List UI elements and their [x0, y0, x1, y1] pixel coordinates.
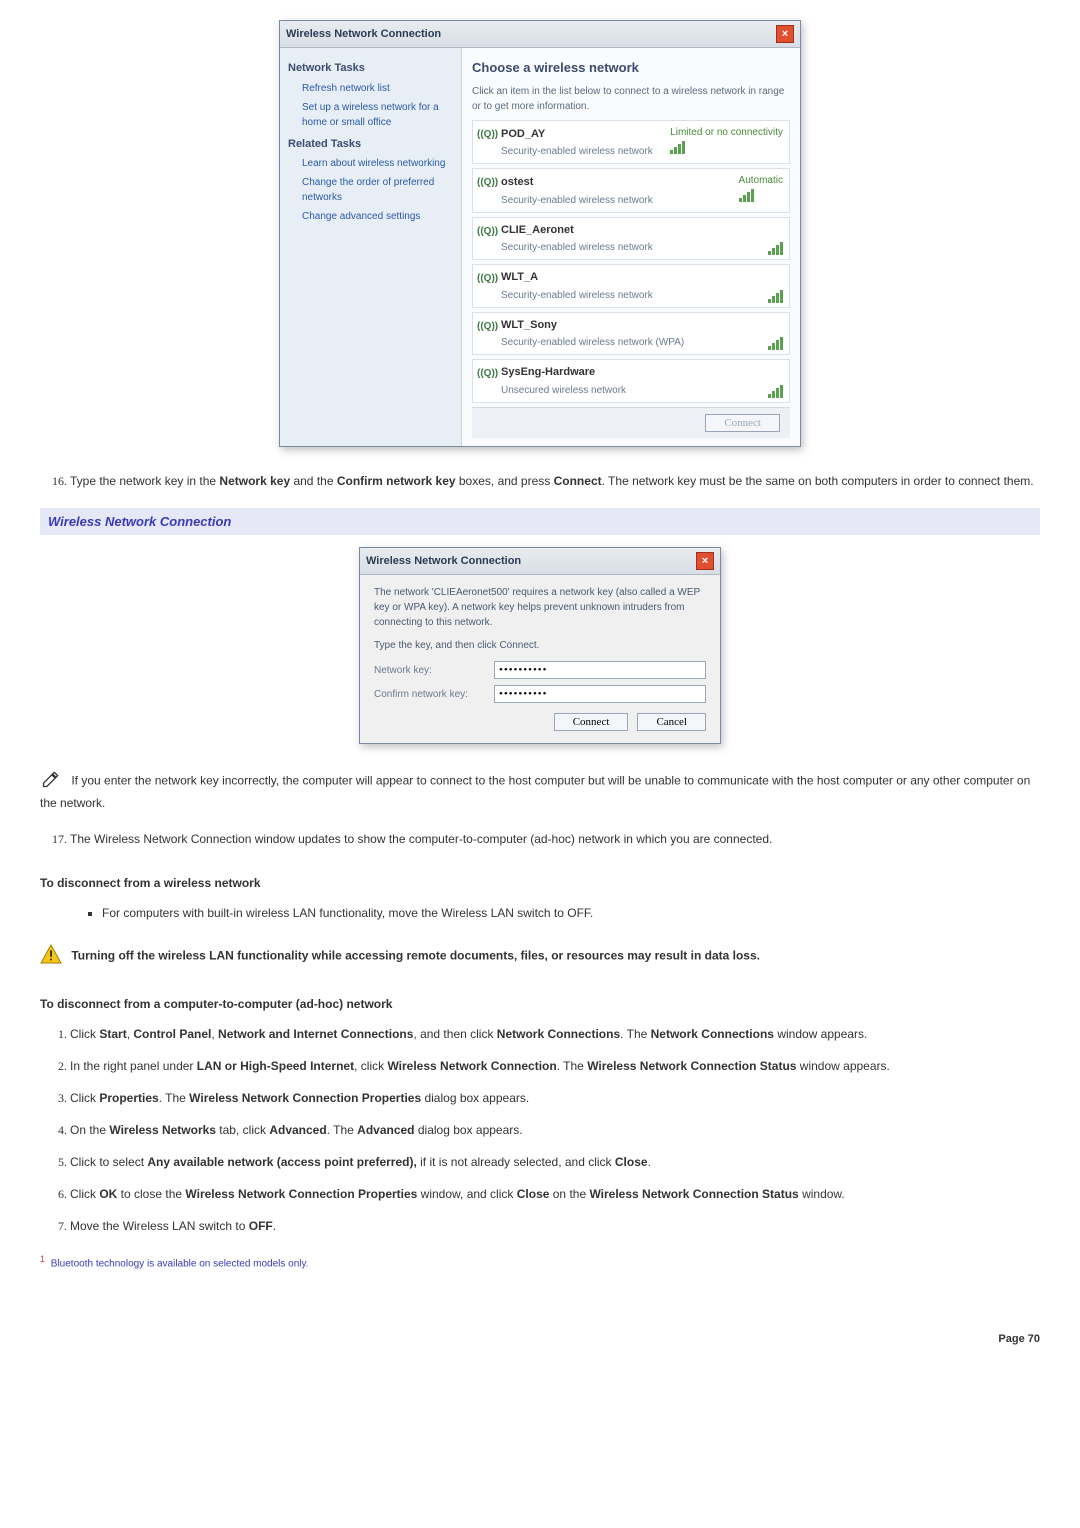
sidebar-group-related-tasks: Related Tasks: [288, 136, 453, 153]
choose-network-heading: Choose a wireless network: [472, 58, 790, 78]
dialog2-title: Wireless Network Connection: [366, 553, 521, 570]
network-item[interactable]: ostest Security-enabled wireless network…: [472, 168, 790, 213]
bullet-wireless-off: For computers with built-in wireless LAN…: [102, 904, 1040, 922]
adhoc-step-3: Click Properties. The Wireless Network C…: [70, 1089, 1040, 1107]
link-advanced-settings[interactable]: Change advanced settings: [302, 209, 453, 224]
screenshot-choose-network: Wireless Network Connection × Network Ta…: [40, 20, 1040, 447]
sidebar-group-network-tasks: Network Tasks: [288, 60, 453, 77]
page-number: Page 70: [40, 1331, 1040, 1348]
warning-text: Turning off the wireless LAN functionali…: [71, 949, 760, 963]
network-name: CLIE_Aeronet: [501, 222, 653, 239]
network-status: Limited or no connectivity: [670, 125, 783, 140]
footnote-marker: 1: [40, 1254, 45, 1264]
screenshot-network-key: Wireless Network Connection × The networ…: [40, 547, 1040, 744]
network-name: ostest: [501, 174, 653, 191]
network-name: SysEng-Hardware: [501, 364, 626, 381]
link-change-order[interactable]: Change the order of preferred networks: [302, 175, 453, 205]
dialog2-titlebar: Wireless Network Connection ×: [360, 548, 720, 575]
network-security: Security-enabled wireless network: [501, 288, 653, 303]
dialog-choose-network: Wireless Network Connection × Network Ta…: [279, 20, 801, 447]
bullet-list: For computers with built-in wireless LAN…: [62, 904, 1040, 922]
network-item[interactable]: POD_AY Security-enabled wireless network…: [472, 120, 790, 165]
network-security: Security-enabled wireless network: [501, 240, 653, 255]
dialog2-message-2: Type the key, and then click Connect.: [374, 638, 706, 653]
network-key-input[interactable]: [494, 661, 706, 679]
cancel-button[interactable]: Cancel: [637, 713, 706, 731]
network-name: POD_AY: [501, 126, 653, 143]
adhoc-step-6: Click OK to close the Wireless Network C…: [70, 1185, 1040, 1203]
connect-button[interactable]: Connect: [554, 713, 629, 731]
dialog1-title: Wireless Network Connection: [286, 26, 441, 43]
subhead-disconnect-adhoc: To disconnect from a computer-to-compute…: [40, 995, 1040, 1013]
network-status: Automatic: [739, 173, 783, 188]
signal-icon: [739, 188, 754, 202]
step-16: Type the network key in the Network key …: [70, 472, 1040, 490]
network-name: WLT_A: [501, 269, 653, 286]
confirm-key-label: Confirm network key:: [374, 687, 494, 702]
warning-block: Turning off the wireless LAN functionali…: [40, 944, 1040, 969]
dialog2-message-1: The network 'CLIEAeronet500' requires a …: [374, 585, 706, 630]
link-learn-wireless[interactable]: Learn about wireless networking: [302, 156, 453, 171]
signal-icon: [768, 336, 783, 350]
dialog1-titlebar: Wireless Network Connection ×: [280, 21, 800, 48]
footnote: 1 Bluetooth technology is available on s…: [40, 1253, 1040, 1271]
note-text: If you enter the network key incorrectly…: [40, 774, 1030, 810]
adhoc-step-2: In the right panel under LAN or High-Spe…: [70, 1057, 1040, 1075]
network-name: WLT_Sony: [501, 317, 684, 334]
network-security: Security-enabled wireless network (WPA): [501, 335, 684, 350]
adhoc-step-4: On the Wireless Networks tab, click Adva…: [70, 1121, 1040, 1139]
adhoc-step-1: Click Start, Control Panel, Network and …: [70, 1025, 1040, 1043]
dialog-network-key: Wireless Network Connection × The networ…: [359, 547, 721, 744]
choose-network-hint: Click an item in the list below to conne…: [472, 84, 790, 114]
subhead-disconnect-wireless: To disconnect from a wireless network: [40, 874, 1040, 892]
note-block: If you enter the network key incorrectly…: [40, 769, 1040, 812]
signal-icon: [768, 384, 783, 398]
adhoc-steps-list: Click Start, Control Panel, Network and …: [60, 1025, 1040, 1235]
note-pencil-icon: [40, 769, 62, 794]
section-header-wireless: Wireless Network Connection: [40, 508, 1040, 536]
adhoc-step-5: Click to select Any available network (a…: [70, 1153, 1040, 1171]
dialog1-sidebar: Network Tasks Refresh network list Set u…: [280, 48, 462, 446]
network-security: Unsecured wireless network: [501, 383, 626, 398]
link-setup-wireless[interactable]: Set up a wireless network for a home or …: [302, 100, 453, 130]
network-security: Security-enabled wireless network: [501, 193, 653, 208]
network-security: Security-enabled wireless network: [501, 144, 653, 159]
signal-icon: [768, 289, 783, 303]
confirm-key-input[interactable]: [494, 685, 706, 703]
dialog1-main: Choose a wireless network Click an item …: [462, 48, 800, 446]
footnote-text: Bluetooth technology is available on sel…: [48, 1258, 309, 1269]
close-icon[interactable]: ×: [696, 552, 714, 570]
network-item[interactable]: SysEng-Hardware Unsecured wireless netwo…: [472, 359, 790, 403]
network-item[interactable]: WLT_A Security-enabled wireless network: [472, 264, 790, 308]
instruction-list-16: Type the network key in the Network key …: [60, 472, 1040, 490]
adhoc-step-7: Move the Wireless LAN switch to OFF.: [70, 1217, 1040, 1235]
instruction-list-17: The Wireless Network Connection window u…: [60, 830, 1040, 848]
network-item[interactable]: WLT_Sony Security-enabled wireless netwo…: [472, 312, 790, 356]
signal-icon: [768, 241, 783, 255]
network-item[interactable]: CLIE_Aeronet Security-enabled wireless n…: [472, 217, 790, 261]
warning-triangle-icon: [40, 944, 62, 969]
close-icon[interactable]: ×: [776, 25, 794, 43]
connect-button[interactable]: Connect: [705, 414, 780, 432]
signal-icon: [670, 140, 685, 154]
network-key-label: Network key:: [374, 663, 494, 678]
step-17: The Wireless Network Connection window u…: [70, 830, 1040, 848]
link-refresh-network-list[interactable]: Refresh network list: [302, 81, 453, 96]
